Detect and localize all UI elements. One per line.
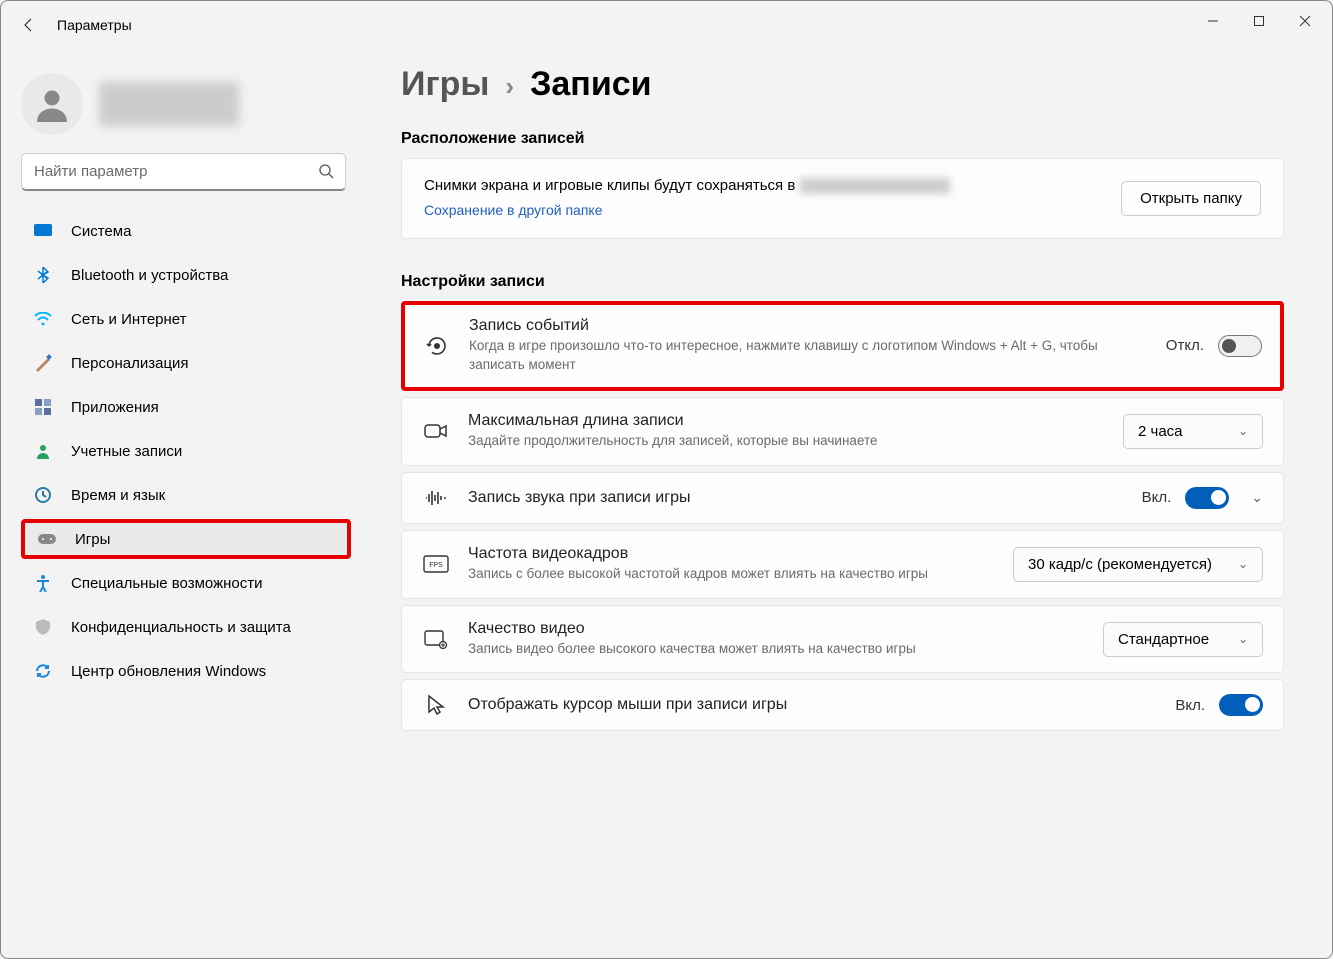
nav-time[interactable]: Время и язык: [21, 475, 351, 515]
video-icon: [422, 421, 450, 441]
time-icon: [33, 485, 53, 505]
toggle-label: Вкл.: [1175, 697, 1205, 714]
audio-wave-icon: [422, 489, 450, 507]
history-icon: [423, 334, 451, 358]
minimize-button[interactable]: [1190, 1, 1236, 41]
update-icon: [33, 661, 53, 681]
breadcrumb-parent[interactable]: Игры: [401, 65, 489, 104]
dropdown-fps[interactable]: 30 кадр/с (рекомендуется) ⌄: [1013, 547, 1263, 582]
search-input[interactable]: [21, 153, 346, 191]
nav-label: Bluetooth и устройства: [71, 267, 228, 284]
row-title: Качество видео: [468, 620, 1085, 638]
breadcrumb-current: Записи: [530, 65, 651, 104]
search-icon: [318, 163, 334, 184]
open-folder-button[interactable]: Открыть папку: [1121, 181, 1261, 216]
nav-bluetooth[interactable]: Bluetooth и устройства: [21, 255, 351, 295]
chevron-right-icon: ›: [505, 71, 514, 102]
nav-label: Игры: [75, 531, 110, 548]
chevron-down-icon: ⌄: [1238, 557, 1248, 571]
chevron-down-icon[interactable]: ⌄: [1251, 489, 1263, 506]
row-subtitle: Запись с более высокой частотой кадров м…: [468, 565, 995, 584]
nav-accessibility[interactable]: Специальные возможности: [21, 563, 351, 603]
nav-label: Сеть и Интернет: [71, 311, 187, 328]
nav-label: Приложения: [71, 399, 159, 416]
row-title: Максимальная длина записи: [468, 412, 1105, 430]
row-subtitle: Задайте продолжительность для записей, к…: [468, 432, 1105, 451]
row-max-length[interactable]: Максимальная длина записи Задайте продол…: [401, 397, 1284, 466]
row-title: Отображать курсор мыши при записи игры: [468, 696, 1157, 714]
chevron-down-icon: ⌄: [1238, 424, 1248, 438]
row-audio-recording[interactable]: Запись звука при записи игры Вкл. ⌄: [401, 472, 1284, 524]
nav-label: Время и язык: [71, 487, 165, 504]
profile-name-redacted: [99, 82, 239, 126]
nav-system[interactable]: Система: [21, 211, 351, 251]
main-content: Игры › Записи Расположение записей Снимк…: [361, 49, 1332, 958]
toggle-cursor[interactable]: [1219, 694, 1263, 716]
avatar: [21, 73, 83, 135]
close-button[interactable]: [1282, 1, 1328, 41]
chevron-down-icon: ⌄: [1238, 632, 1248, 646]
breadcrumb: Игры › Записи: [401, 65, 1284, 104]
maximize-button[interactable]: [1236, 1, 1282, 41]
nav-label: Специальные возможности: [71, 575, 263, 592]
row-title: Частота видеокадров: [468, 545, 995, 563]
accessibility-icon: [33, 573, 53, 593]
dropdown-max-length[interactable]: 2 часа ⌄: [1123, 414, 1263, 449]
row-subtitle: Запись видео более высокого качества мож…: [468, 640, 1085, 659]
toggle-capture[interactable]: [1218, 335, 1262, 357]
dropdown-value: 30 кадр/с (рекомендуется): [1028, 556, 1212, 573]
recordings-location-card: Снимки экрана и игровые клипы будут сохр…: [401, 158, 1284, 239]
row-fps[interactable]: FPS Частота видеокадров Запись с более в…: [401, 530, 1284, 599]
nav-gaming[interactable]: Игры: [21, 519, 351, 559]
fps-icon: FPS: [422, 555, 450, 573]
svg-text:FPS: FPS: [429, 562, 443, 569]
row-title: Запись звука при записи игры: [468, 489, 1124, 507]
bluetooth-icon: [33, 265, 53, 285]
nav-label: Учетные записи: [71, 443, 182, 460]
recordings-path-redacted: [800, 178, 950, 194]
nav-personalization[interactable]: Персонализация: [21, 343, 351, 383]
section-recording-heading: Настройки записи: [401, 273, 1284, 291]
row-title: Запись событий: [469, 317, 1148, 335]
toggle-audio[interactable]: [1185, 487, 1229, 509]
recordings-location-text: Снимки экрана и игровые клипы будут сохр…: [424, 177, 1121, 194]
nav-label: Персонализация: [71, 355, 189, 372]
gaming-icon: [37, 529, 57, 549]
sidebar: Система Bluetooth и устройства Сеть и Ин…: [1, 49, 361, 958]
nav-apps[interactable]: Приложения: [21, 387, 351, 427]
wifi-icon: [33, 309, 53, 329]
save-other-folder-link[interactable]: Сохранение в другой папке: [424, 202, 603, 218]
nav-label: Конфиденциальность и защита: [71, 619, 291, 636]
nav-accounts[interactable]: Учетные записи: [21, 431, 351, 471]
profile-block[interactable]: [21, 69, 361, 139]
system-icon: [33, 221, 53, 241]
shield-icon: [33, 617, 53, 637]
nav-list: Система Bluetooth и устройства Сеть и Ин…: [21, 211, 351, 691]
section-location-heading: Расположение записей: [401, 130, 1284, 148]
row-capture-events[interactable]: Запись событий Когда в игре произошло чт…: [401, 301, 1284, 391]
row-video-quality[interactable]: Качество видео Запись видео более высоко…: [401, 605, 1284, 674]
apps-icon: [33, 397, 53, 417]
window-title: Параметры: [57, 17, 132, 33]
dropdown-value: 2 часа: [1138, 423, 1183, 440]
titlebar: Параметры: [1, 1, 1332, 49]
dropdown-value: Стандартное: [1118, 631, 1209, 648]
nav-label: Центр обновления Windows: [71, 663, 266, 680]
dropdown-quality[interactable]: Стандартное ⌄: [1103, 622, 1263, 657]
nav-privacy[interactable]: Конфиденциальность и защита: [21, 607, 351, 647]
nav-network[interactable]: Сеть и Интернет: [21, 299, 351, 339]
video-quality-icon: [422, 629, 450, 649]
toggle-label: Откл.: [1166, 337, 1204, 354]
row-subtitle: Когда в игре произошло что-то интересное…: [469, 337, 1148, 375]
toggle-label: Вкл.: [1142, 489, 1172, 506]
row-show-cursor[interactable]: Отображать курсор мыши при записи игры В…: [401, 679, 1284, 731]
nav-label: Система: [71, 223, 131, 240]
nav-update[interactable]: Центр обновления Windows: [21, 651, 351, 691]
account-icon: [33, 441, 53, 461]
back-button[interactable]: [9, 5, 49, 45]
cursor-icon: [422, 694, 450, 716]
brush-icon: [33, 353, 53, 373]
